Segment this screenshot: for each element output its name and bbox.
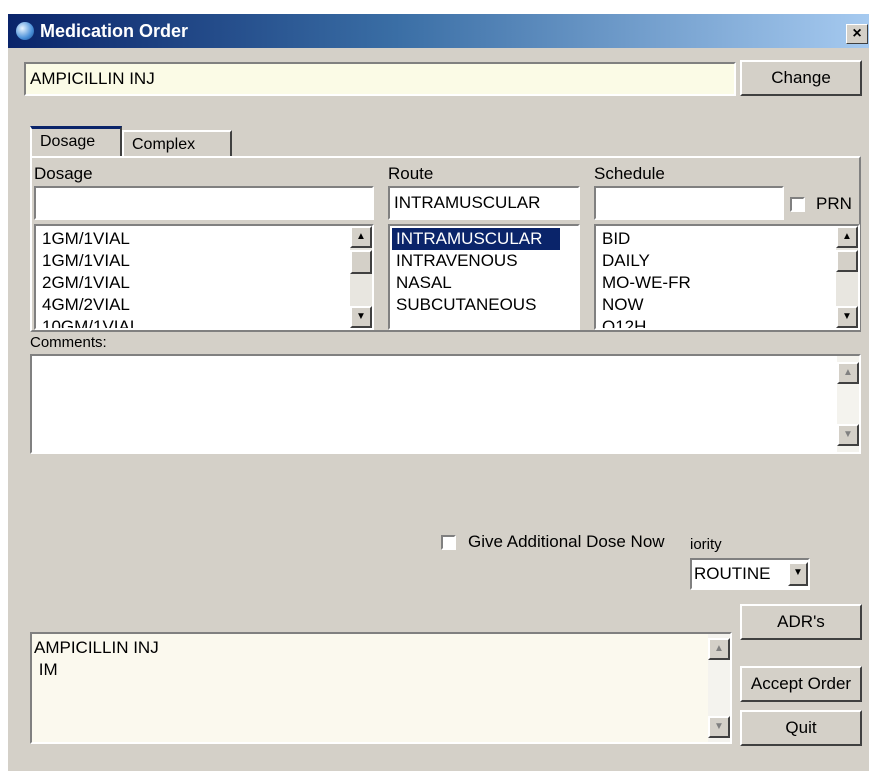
app-icon: [16, 22, 34, 40]
scroll-up-icon[interactable]: ▲: [837, 362, 859, 384]
scroll-up-icon[interactable]: ▲: [708, 638, 730, 660]
window-title: Medication Order: [40, 21, 189, 41]
order-summary-line-2: IM: [34, 660, 58, 679]
prn-label: PRN: [816, 194, 852, 213]
comments-label: Comments:: [30, 334, 107, 351]
give-additional-dose-checkbox[interactable]: [441, 535, 456, 550]
schedule-scroll-thumb[interactable]: [836, 250, 858, 272]
dosage-option[interactable]: 1GM/1VIAL: [38, 250, 348, 272]
scroll-down-icon[interactable]: ▼: [836, 306, 858, 328]
schedule-input[interactable]: [594, 186, 784, 220]
order-summary: AMPICILLIN INJ IM ▲ ▼: [30, 632, 732, 744]
scroll-up-icon[interactable]: ▲: [836, 226, 858, 248]
adrs-button[interactable]: ADR's: [740, 604, 862, 640]
scroll-up-icon[interactable]: ▲: [350, 226, 372, 248]
route-label: Route: [388, 164, 434, 183]
dosage-scroll-thumb[interactable]: [350, 250, 372, 274]
chevron-down-icon[interactable]: ▼: [788, 562, 808, 586]
schedule-list[interactable]: BID DAILY MO-WE-FR NOW Q12H ▲ ▼: [594, 224, 860, 330]
dosage-label: Dosage: [34, 164, 93, 183]
give-additional-dose-label: Give Additional Dose Now: [468, 532, 665, 551]
schedule-label: Schedule: [594, 164, 665, 183]
schedule-list-scrollbar[interactable]: ▲ ▼: [836, 226, 858, 328]
route-input[interactable]: INTRAMUSCULAR: [388, 186, 580, 220]
schedule-option[interactable]: BID: [598, 228, 834, 250]
title-bar: Medication Order ×: [8, 14, 869, 48]
tab-dosage[interactable]: Dosage: [30, 126, 122, 158]
priority-label: Priority: [690, 536, 738, 553]
dosage-option[interactable]: 4GM/2VIAL: [38, 294, 348, 316]
drug-field-text: AMPICILLIN INJ: [30, 69, 155, 88]
comments-textarea[interactable]: ▲ ▼: [30, 354, 861, 454]
order-summary-line-1: AMPICILLIN INJ: [34, 638, 159, 657]
route-list[interactable]: INTRAMUSCULAR INTRAVENOUS NASAL SUBCUTAN…: [388, 224, 580, 330]
route-option[interactable]: SUBCUTANEOUS: [392, 294, 576, 316]
priority-value: ROUTINE: [694, 564, 771, 583]
scroll-down-icon[interactable]: ▼: [708, 716, 730, 738]
order-summary-scrollbar[interactable]: ▲ ▼: [708, 634, 730, 742]
priority-label-text: Priority: [690, 536, 722, 553]
dosage-list[interactable]: 1GM/1VIAL 1GM/1VIAL 2GM/1VIAL 4GM/2VIAL …: [34, 224, 374, 330]
comments-scrollbar[interactable]: ▲ ▼: [837, 356, 859, 452]
route-option-selected[interactable]: INTRAMUSCULAR: [392, 228, 560, 250]
route-option[interactable]: INTRAVENOUS: [392, 250, 576, 272]
accept-order-button[interactable]: Accept Order: [740, 666, 862, 702]
change-button[interactable]: Change: [740, 60, 862, 96]
schedule-option[interactable]: NOW: [598, 294, 834, 316]
close-button[interactable]: ×: [846, 24, 868, 44]
tab-complex[interactable]: Complex: [122, 130, 232, 156]
scroll-down-icon[interactable]: ▼: [837, 424, 859, 446]
dosage-option[interactable]: 1GM/1VIAL: [38, 228, 348, 250]
drug-field[interactable]: AMPICILLIN INJ: [24, 62, 736, 96]
medication-order-window: Medication Order × AMPICILLIN INJ Change…: [8, 14, 869, 771]
route-option[interactable]: NASAL: [392, 272, 576, 294]
schedule-option[interactable]: MO-WE-FR: [598, 272, 834, 294]
dosage-input[interactable]: [34, 186, 374, 220]
schedule-option[interactable]: Q12H: [598, 316, 834, 328]
dosage-option[interactable]: 2GM/1VIAL: [38, 272, 348, 294]
scroll-down-icon[interactable]: ▼: [350, 306, 372, 328]
quit-button[interactable]: Quit: [740, 710, 862, 746]
priority-select[interactable]: ROUTINE ▼: [690, 558, 810, 590]
dosage-option[interactable]: 10GM/1VIAL: [38, 316, 348, 328]
schedule-option[interactable]: DAILY: [598, 250, 834, 272]
route-input-text: INTRAMUSCULAR: [394, 193, 541, 212]
prn-checkbox[interactable]: [790, 197, 805, 212]
dosage-list-scrollbar[interactable]: ▲ ▼: [350, 226, 372, 328]
